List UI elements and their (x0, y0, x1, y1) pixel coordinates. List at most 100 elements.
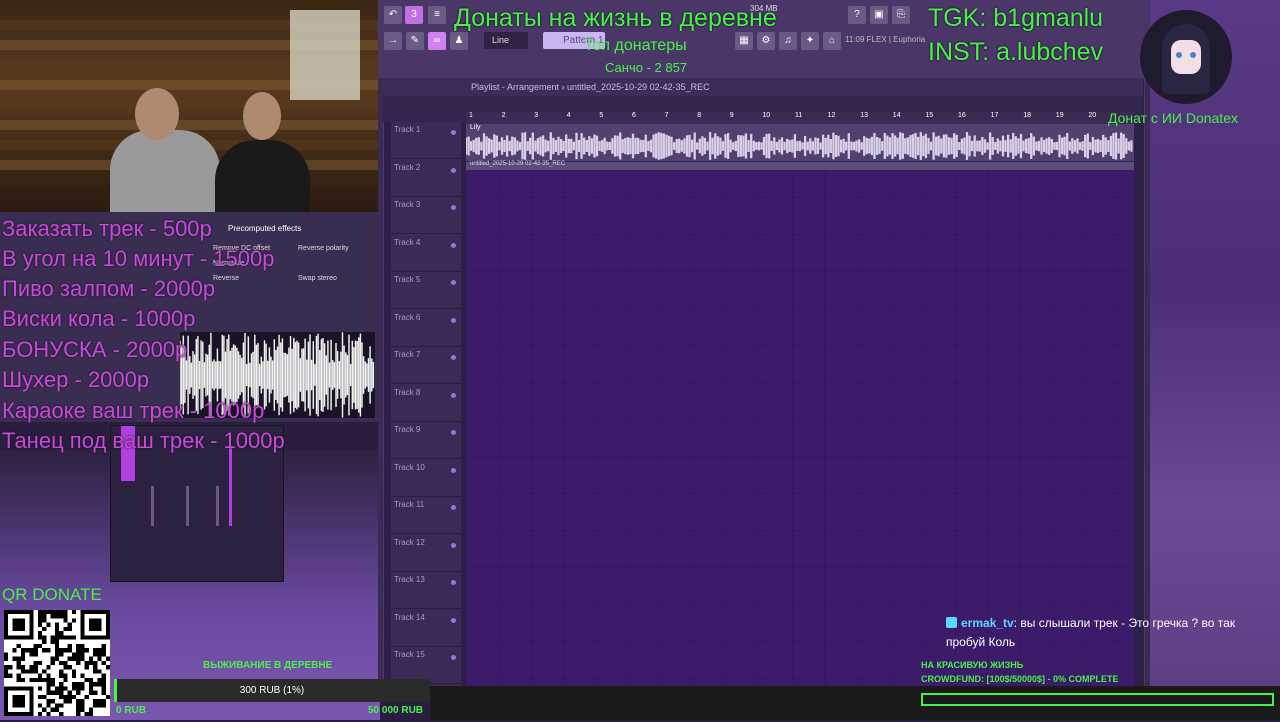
price-item: Заказать трек - 500р (2, 216, 212, 241)
playlist-icon[interactable]: ▦ (735, 32, 753, 50)
track-header[interactable]: Track 5 (391, 272, 461, 309)
track-mute-icon[interactable] (451, 430, 456, 435)
tempo-button[interactable]: 3 (405, 6, 423, 24)
track-label: Track 5 (394, 275, 421, 284)
clip-label-recording: untitled_2025-10-29 02-42-35_REC (470, 161, 566, 167)
price-item: Шухер - 2000р (2, 367, 150, 392)
price-item: БОНУСКА - 2000р (2, 337, 188, 362)
track-label: Track 3 (394, 200, 421, 209)
ruler-number: 7 (664, 112, 669, 119)
cart-icon[interactable]: ⌂ (823, 32, 841, 50)
track-label: Track 9 (394, 425, 421, 434)
track-header[interactable]: Track 14 (391, 610, 461, 647)
track-mute-icon[interactable] (451, 355, 456, 360)
track-header[interactable]: Track 3 (391, 197, 461, 234)
track-mute-icon[interactable] (451, 542, 456, 548)
chat-badge-icon (946, 617, 957, 628)
ruler-number: 1 (469, 112, 473, 119)
playlist-grid[interactable] (466, 124, 1134, 687)
instagram-handle: INST: a.lubchev (928, 38, 1104, 66)
fx-swap-stereo[interactable]: Swap stereo (298, 275, 337, 282)
stream-title: Донаты на жизнь в деревне (454, 4, 777, 32)
mixer-icon[interactable]: ♫ (779, 32, 797, 50)
crowdfund-status: CROWDFUND: [100$/50000$] - 0% COMPLETE (921, 674, 1119, 684)
qr-code[interactable] (4, 610, 110, 716)
ai-donate-label: Донат с ИИ Donatex (1108, 110, 1238, 126)
timeline-ruler[interactable]: 1 2 3 4 5 6 7 8 9 10 11 12 13 14 15 16 17 18 19 20 (466, 112, 1134, 124)
track-label: Track 10 (394, 462, 425, 472)
price-item: Танец под ваш трек - 1000р (2, 428, 285, 453)
track-label: Track 15 (394, 650, 425, 659)
top-donors-title: Топ донатеры (584, 37, 687, 54)
track-header[interactable]: Track 7 (391, 347, 461, 384)
fx-reverse[interactable]: Reverse (213, 275, 239, 282)
ruler-number: 5 (599, 112, 604, 119)
track-mute-icon[interactable] (451, 242, 456, 248)
save-icon[interactable]: ▣ (870, 6, 888, 24)
help-icon[interactable]: ? (848, 6, 866, 24)
price-item: Пиво залпом - 2000р (2, 276, 216, 301)
track-mute-icon[interactable] (451, 392, 456, 398)
track-mute-icon[interactable] (451, 167, 456, 173)
track-header[interactable]: Track 13 (391, 572, 461, 609)
ruler-number: 18 (1023, 112, 1031, 119)
menu-icon[interactable]: ≡ (428, 6, 446, 24)
telegram-handle: TGK: b1gmanlu (928, 4, 1104, 32)
ruler-number: 6 (632, 112, 636, 119)
track-header[interactable]: Track 2 (391, 160, 461, 197)
track-header[interactable]: Track 4 (391, 235, 461, 272)
track-mute-icon[interactable] (451, 467, 456, 473)
fx-reverse-polarity[interactable]: Reverse polarity (298, 245, 349, 252)
waveform (466, 132, 1133, 160)
ruler-number: 11 (795, 112, 803, 119)
ruler-number: 3 (534, 112, 539, 119)
pencil-tool-icon[interactable]: ✎ (406, 32, 424, 50)
background-glow-right (1140, 0, 1280, 720)
track-header[interactable]: Track 11 (391, 497, 461, 534)
track-header[interactable]: Track 12 (391, 535, 461, 572)
anime-avatar (1140, 10, 1232, 104)
track-header[interactable]: Track 1 (391, 122, 461, 159)
track-headers: Track 1 Track 2 Track 3 Track 4 Track 5 Track… (391, 122, 461, 722)
ruler-number: 16 (958, 112, 966, 119)
export-icon[interactable]: ⎘ (892, 6, 910, 24)
arrow-tool-icon[interactable]: → (384, 32, 402, 50)
undo-icon[interactable]: ↶ (384, 6, 402, 24)
link-tool-icon[interactable]: ∞ (428, 32, 446, 50)
track-header[interactable]: Track 6 (391, 310, 461, 347)
track-label: Track 14 (394, 612, 425, 622)
qr-donate-label: QR DONATE (2, 585, 102, 604)
top-donor-entry: Санчо - 2 857 (605, 60, 688, 75)
price-item: Караоке ваш трек - 1000р (2, 398, 265, 423)
browser-icon[interactable]: ✦ (801, 32, 819, 50)
track-label: Track 11 (394, 500, 425, 509)
track-mute-icon[interactable] (451, 205, 456, 210)
track-mute-icon[interactable] (451, 280, 456, 285)
ruler-number: 4 (566, 112, 571, 119)
audio-clip-recording[interactable] (466, 162, 1134, 170)
plugin-icon[interactable]: ⚙ (757, 32, 775, 50)
track-mute-icon[interactable] (451, 317, 456, 323)
track-mute-icon[interactable] (451, 130, 456, 135)
track-header[interactable]: Track 9 (391, 422, 461, 459)
goal-progress-text: 300 RUB (1%) (239, 685, 305, 696)
track-label: Track 2 (394, 162, 421, 172)
stamp-tool-icon[interactable]: ♟ (450, 32, 468, 50)
track-mute-icon[interactable] (451, 617, 456, 623)
goal-title: ВЫЖИВАНИЕ В ДЕРЕВНЕ (203, 660, 333, 671)
ruler-number: 12 (827, 112, 836, 119)
ruler-number: 8 (697, 112, 702, 119)
goal-max-label: 50 000 RUB (368, 705, 424, 716)
crowdfund-title: НА КРАСИВУЮ ЖИЗНЬ (921, 660, 1024, 670)
flex-news: 11:09 FLEX | Euphoria (845, 35, 926, 44)
track-header[interactable]: Track 10 (391, 460, 461, 497)
webcam-feed (0, 0, 378, 212)
snap-select[interactable]: Line (484, 32, 528, 49)
track-label: Track 6 (394, 312, 421, 322)
track-label: Track 12 (394, 537, 425, 547)
ruler-number: 14 (892, 112, 901, 119)
track-header[interactable]: Track 8 (391, 385, 461, 422)
track-mute-icon[interactable] (451, 580, 456, 585)
track-mute-icon[interactable] (451, 505, 456, 510)
track-mute-icon[interactable] (451, 655, 456, 660)
